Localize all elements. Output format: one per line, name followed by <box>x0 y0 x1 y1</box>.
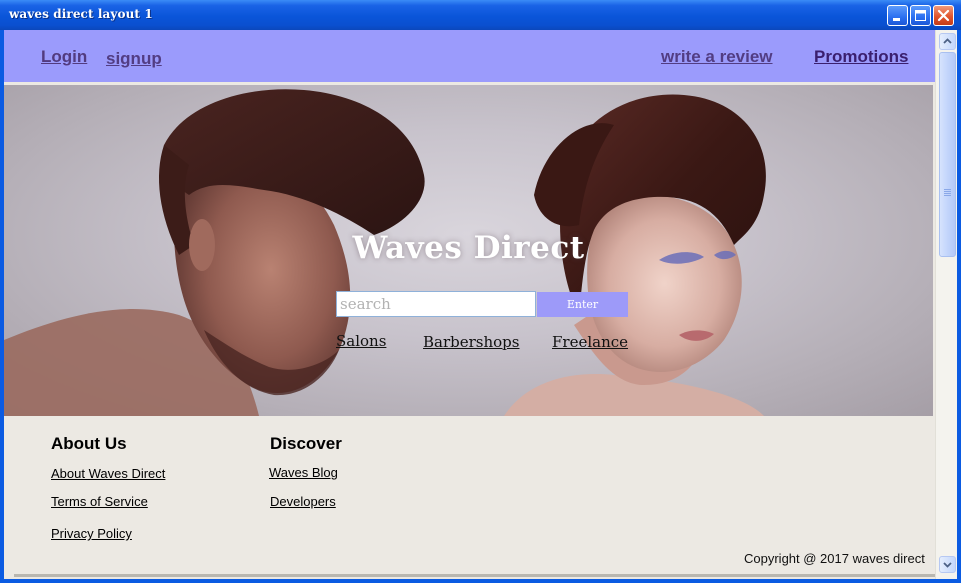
search-input[interactable] <box>336 291 536 317</box>
about-heading: About Us <box>51 434 127 453</box>
category-link-freelance[interactable]: Freelance <box>552 333 628 351</box>
scroll-down-button[interactable] <box>939 556 956 573</box>
grip-line <box>944 189 951 190</box>
close-button[interactable] <box>933 5 954 26</box>
browser-window: waves direct layout 1 Login signup write… <box>0 0 961 583</box>
enter-button[interactable]: Enter <box>537 292 628 317</box>
page-content: Login signup write a review Promotions W… <box>4 30 957 579</box>
minimize-icon <box>893 18 900 21</box>
waves-blog-link[interactable]: Waves Blog <box>269 465 338 480</box>
write-review-link[interactable]: write a review <box>661 47 773 67</box>
grip-line <box>944 193 951 194</box>
scroll-up-button[interactable] <box>939 33 956 50</box>
window-title: waves direct layout 1 <box>9 7 153 21</box>
top-nav: Login signup write a review Promotions <box>4 30 935 82</box>
chevron-down-icon <box>943 562 952 568</box>
developers-link[interactable]: Developers <box>270 494 336 509</box>
hero-title: Waves Direct <box>352 230 585 266</box>
hero-banner: Waves Direct Enter Salons Barbershops Fr… <box>4 85 933 416</box>
category-link-barbershops[interactable]: Barbershops <box>423 333 519 351</box>
grip-line <box>944 191 951 192</box>
discover-heading: Discover <box>270 434 342 453</box>
terms-of-service-link[interactable]: Terms of Service <box>51 494 148 509</box>
title-bar[interactable]: waves direct layout 1 <box>0 0 961 30</box>
scrollbar-thumb[interactable] <box>939 52 956 257</box>
grip-line <box>944 195 951 196</box>
category-link-salons[interactable]: Salons <box>336 332 386 350</box>
vertical-scrollbar[interactable] <box>935 30 957 579</box>
maximize-icon <box>915 10 926 21</box>
close-icon <box>937 9 950 22</box>
about-waves-direct-link[interactable]: About Waves Direct <box>51 466 165 481</box>
login-link[interactable]: Login <box>41 47 87 67</box>
signup-link[interactable]: signup <box>106 49 162 69</box>
divider <box>14 574 935 577</box>
promotions-link[interactable]: Promotions <box>814 47 908 67</box>
chevron-up-icon <box>943 38 952 44</box>
privacy-policy-link[interactable]: Privacy Policy <box>51 526 132 541</box>
minimize-button[interactable] <box>887 5 908 26</box>
copyright-text: Copyright @ 2017 waves direct <box>744 551 925 566</box>
maximize-button[interactable] <box>910 5 931 26</box>
